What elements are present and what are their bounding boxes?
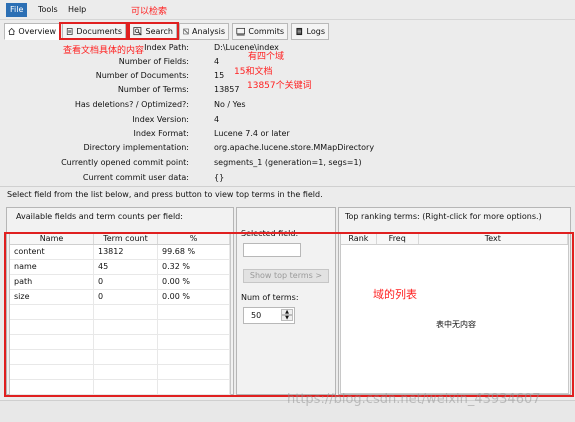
commit-user-data-label: Current commit user data: xyxy=(82,173,189,182)
commit-point-label: Currently opened commit point: xyxy=(61,158,189,167)
annotation-search: 可以检索 xyxy=(131,7,168,17)
documents-highlight xyxy=(59,22,128,40)
directory-impl-label: Directory implementation: xyxy=(83,143,190,152)
commit-point-value: segments_1 (generation=1, segs=1) xyxy=(214,158,362,167)
num-documents-label: Number of Documents: xyxy=(95,71,189,80)
watermark: https://blog.csdn.net/weixin_43934607 xyxy=(287,392,541,407)
field-list-highlight xyxy=(4,232,574,397)
deletions-label: Has deletions? / Optimized?: xyxy=(74,100,189,109)
fields-panel-title: Available fields and term counts per fie… xyxy=(16,212,183,221)
commit-user-data-value: {} xyxy=(214,173,225,182)
annotation-docs: 15和文档 xyxy=(234,67,273,77)
index-version-label: Index Version: xyxy=(132,115,189,124)
directory-impl-value: org.apache.lucene.store.MMapDirectory xyxy=(214,143,375,152)
num-terms-label: Number of Terms: xyxy=(117,85,189,94)
index-format-value: Lucene 7.4 or later xyxy=(214,129,290,138)
deletions-value: No / Yes xyxy=(214,100,246,109)
num-terms-value: 13857 xyxy=(214,85,240,94)
index-version-value: 4 xyxy=(214,115,220,124)
annotation-field-list: 域的列表 xyxy=(373,288,417,301)
annotation-terms: 13857个关键词 xyxy=(247,81,312,91)
annotation-fields: 有四个域 xyxy=(248,52,285,62)
num-documents-value: 15 xyxy=(214,71,225,80)
annotation-documents: 查看文档具体的内容 xyxy=(63,46,145,56)
num-fields-value: 4 xyxy=(214,57,220,66)
help-text: Select field from the list below, and pr… xyxy=(7,190,323,199)
search-highlight xyxy=(128,22,179,40)
num-fields-label: Number of Fields: xyxy=(118,57,189,66)
divider xyxy=(0,186,575,187)
top-terms-title: Top ranking terms: (Right-click for more… xyxy=(345,212,542,221)
index-format-label: Index Format: xyxy=(133,129,189,138)
